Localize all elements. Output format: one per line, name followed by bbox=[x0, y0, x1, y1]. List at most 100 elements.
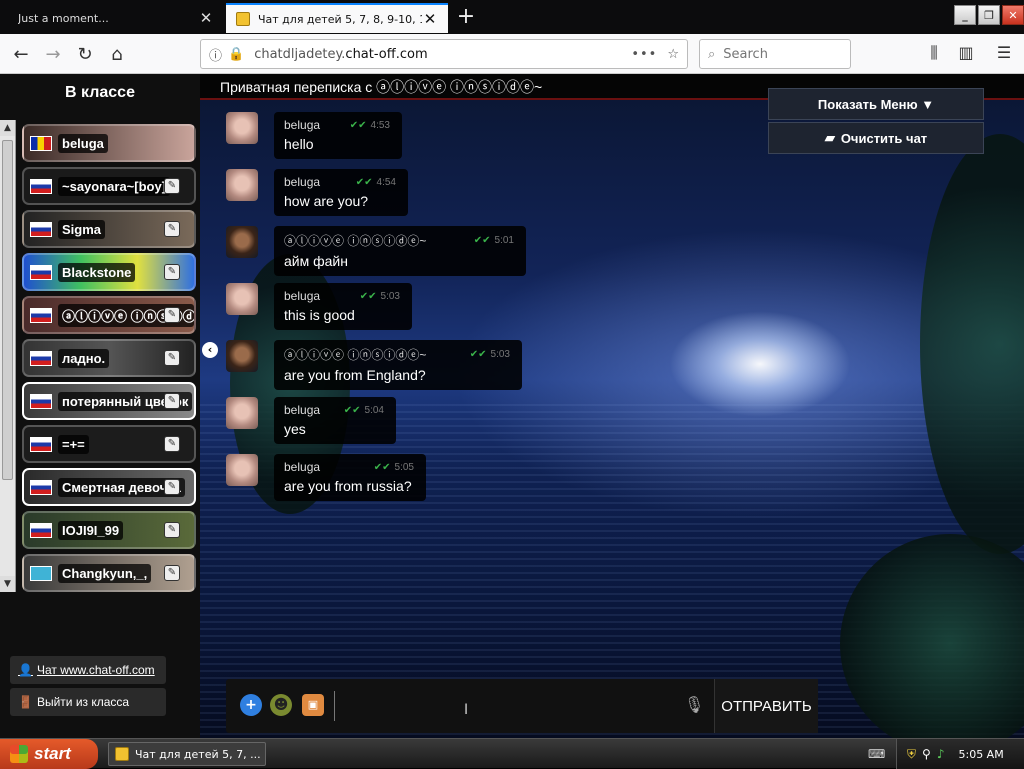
new-tab-plus-icon[interactable]: + bbox=[454, 4, 478, 29]
user-item[interactable]: ⓐⓛⓘⓥⓔ ⓘⓝⓢⓘⓓⓔ~ ✎ bbox=[22, 296, 196, 334]
message-time: 4:54 bbox=[376, 176, 396, 188]
scroll-up-icon[interactable]: ▲ bbox=[0, 120, 15, 136]
close-tab-icon[interactable]: ✕ bbox=[198, 9, 214, 27]
sidebar-title: В классе bbox=[65, 84, 135, 101]
tab-title: Чат для детей 5, 7, 8, 9-10, 11... bbox=[258, 12, 422, 26]
private-message-icon[interactable]: ✎ bbox=[164, 479, 180, 495]
private-message-icon[interactable]: ✎ bbox=[164, 264, 180, 280]
message-sender[interactable]: beluga bbox=[284, 460, 320, 474]
shield-icon[interactable]: ⛨ bbox=[907, 747, 916, 762]
taskbar-window-button[interactable]: Чат для детей 5, 7, ... bbox=[108, 742, 266, 766]
private-message-icon[interactable]: ✎ bbox=[164, 221, 180, 237]
tab-just-a-moment[interactable]: Just a moment... ✕ bbox=[0, 3, 224, 33]
private-message-icon[interactable]: ✎ bbox=[164, 522, 180, 538]
library-icon[interactable]: ⫼ bbox=[922, 43, 946, 63]
message-sender[interactable]: beluga bbox=[284, 118, 320, 132]
page-actions-icon[interactable]: ••• bbox=[631, 47, 657, 62]
scroll-down-icon[interactable]: ▼ bbox=[0, 576, 15, 592]
message-sender[interactable]: beluga bbox=[284, 403, 320, 417]
info-icon[interactable]: ⓘ bbox=[209, 45, 222, 64]
user-item[interactable]: ладно. ✎ bbox=[22, 339, 196, 377]
search-box[interactable]: ⌕ bbox=[699, 39, 851, 69]
user-item[interactable]: =+= ✎ bbox=[22, 425, 196, 463]
show-menu-button[interactable]: Показать Меню ▼ bbox=[768, 88, 984, 120]
send-button[interactable]: ОТПРАВИТЬ bbox=[714, 679, 818, 733]
message-sender[interactable]: ⓐⓛⓘⓥⓔ ⓘⓝⓢⓘⓓⓔ~ bbox=[284, 346, 426, 363]
close-tab-icon[interactable]: ✕ bbox=[422, 10, 438, 28]
message-sender[interactable]: beluga bbox=[284, 289, 320, 303]
message-input[interactable] bbox=[334, 691, 674, 721]
private-message-icon[interactable]: ✎ bbox=[164, 350, 180, 366]
add-attachment-icon[interactable]: + bbox=[240, 694, 262, 716]
flag-icon bbox=[30, 436, 52, 452]
browser-nav-bar: ← → ↻ ⌂ ⓘ 🔒 chatdljadetey.chat-off.com •… bbox=[0, 34, 1024, 74]
message-text: this is good bbox=[284, 307, 355, 323]
text-cursor-icon: I bbox=[464, 702, 469, 718]
user-item[interactable]: Changkyun,_, ✎ bbox=[22, 554, 196, 592]
scroll-thumb[interactable] bbox=[2, 140, 13, 480]
user-list-scrollbar[interactable]: ▲ ▼ bbox=[0, 120, 16, 592]
flag-icon bbox=[30, 264, 52, 280]
forward-arrow-icon[interactable]: → bbox=[40, 41, 66, 67]
user-item[interactable]: ~sayonara~[boy] ✎ bbox=[22, 167, 196, 205]
avatar[interactable] bbox=[226, 169, 258, 201]
private-message-icon[interactable]: ✎ bbox=[164, 565, 180, 581]
avatar[interactable] bbox=[226, 397, 258, 429]
message-bubble: beluga ✔✔ 4:54 how are you? bbox=[274, 169, 408, 216]
image-upload-icon[interactable]: ▣ bbox=[302, 694, 324, 716]
start-button[interactable]: start bbox=[0, 739, 98, 769]
private-message-icon[interactable]: ✎ bbox=[164, 307, 180, 323]
user-name: ~sayonara~[boy] bbox=[58, 176, 171, 196]
tab-chat[interactable]: Чат для детей 5, 7, 8, 9-10, 11... ✕ bbox=[226, 3, 448, 33]
avatar[interactable] bbox=[226, 283, 258, 315]
flag-icon bbox=[30, 522, 52, 538]
back-arrow-icon[interactable]: ← bbox=[8, 41, 34, 67]
maximize-window-icon[interactable]: ❐ bbox=[978, 5, 1000, 25]
user-item[interactable]: beluga bbox=[22, 124, 196, 162]
user-item[interactable]: Blackstone ✎ bbox=[22, 253, 196, 291]
message-time: 5:05 bbox=[394, 461, 414, 473]
avatar[interactable] bbox=[226, 226, 258, 258]
chat-site-link-label: Чат www.chat-off.com bbox=[36, 663, 155, 677]
message-sender[interactable]: ⓐⓛⓘⓥⓔ ⓘⓝⓢⓘⓓⓔ~ bbox=[284, 232, 426, 249]
clear-chat-button[interactable]: ▰ Очистить чат bbox=[768, 122, 984, 154]
home-icon[interactable]: ⌂ bbox=[104, 41, 130, 67]
private-message-icon[interactable]: ✎ bbox=[164, 178, 180, 194]
private-message-icon[interactable]: ✎ bbox=[164, 436, 180, 452]
chat-message: ⓐⓛⓘⓥⓔ ⓘⓝⓢⓘⓓⓔ~ ✔✔ 5:01 айм файн bbox=[226, 226, 526, 276]
minimize-window-icon[interactable]: _ bbox=[954, 5, 976, 25]
avatar[interactable] bbox=[226, 454, 258, 486]
keyboard-icon[interactable]: ⌨ bbox=[868, 747, 885, 761]
avatar[interactable] bbox=[226, 112, 258, 144]
message-bubble: beluga ✔✔ 5:05 are you from russia? bbox=[274, 454, 426, 501]
sidebar-toggle-icon[interactable]: ▥ bbox=[954, 43, 978, 62]
network-icon[interactable]: ⚲ bbox=[922, 747, 931, 761]
close-window-icon[interactable]: ✕ bbox=[1002, 5, 1024, 25]
microphone-icon[interactable]: 🎙 bbox=[684, 695, 704, 714]
taskbar-window-title: Чат для детей 5, 7, ... bbox=[135, 747, 261, 761]
exit-class-link[interactable]: 🚪 Выйти из класса bbox=[10, 688, 166, 716]
bookmark-star-icon[interactable]: ☆ bbox=[667, 47, 679, 62]
chat-page: Приватная переписка с ⓐⓛⓘⓥⓔ ⓘⓝⓢⓘⓓⓔ~ В кл… bbox=[0, 74, 1024, 738]
user-item[interactable]: IOJI9I_99 ✎ bbox=[22, 511, 196, 549]
collapse-sidebar-chevron-icon[interactable]: ‹ bbox=[202, 342, 218, 358]
chat-site-link[interactable]: 👤 Чат www.chat-off.com bbox=[10, 656, 166, 684]
smiley-icon[interactable]: ☻ bbox=[270, 694, 292, 716]
search-input[interactable] bbox=[723, 46, 834, 62]
user-item[interactable]: Смертная девочка ✎ bbox=[22, 468, 196, 506]
user-name: Sigma bbox=[58, 219, 106, 239]
user-item[interactable]: Sigma ✎ bbox=[22, 210, 196, 248]
private-message-icon[interactable]: ✎ bbox=[164, 393, 180, 409]
tab-title: Just a moment... bbox=[18, 11, 109, 25]
volume-icon[interactable]: ♪ bbox=[937, 747, 945, 761]
url-bar[interactable]: ⓘ 🔒 chatdljadetey.chat-off.com ••• ☆ bbox=[200, 39, 688, 69]
message-time: 5:04 bbox=[364, 404, 384, 416]
message-sender[interactable]: beluga bbox=[284, 175, 320, 189]
reload-icon[interactable]: ↻ bbox=[72, 41, 98, 67]
message-time: 5:03 bbox=[490, 349, 510, 360]
user-item-selected[interactable]: потерянный цветок ✎ bbox=[22, 382, 196, 420]
flag-icon bbox=[30, 135, 52, 151]
flag-icon bbox=[30, 178, 52, 194]
hamburger-menu-icon[interactable]: ☰ bbox=[992, 43, 1016, 62]
avatar[interactable] bbox=[226, 340, 258, 372]
